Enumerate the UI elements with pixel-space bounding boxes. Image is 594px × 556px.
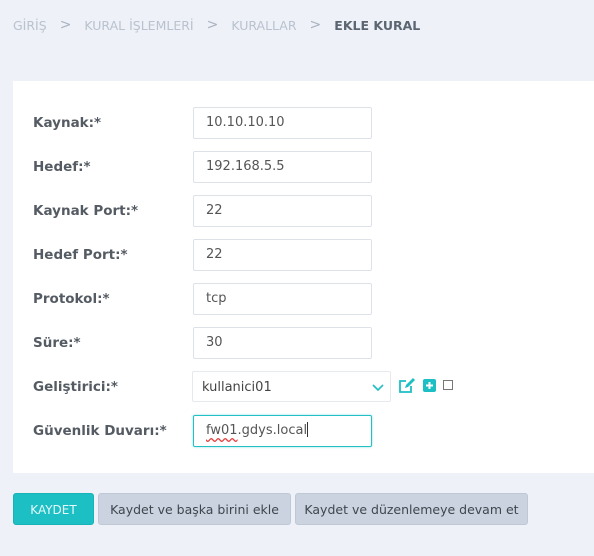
developer-select[interactable]: kullanici01 [192, 371, 391, 402]
destination-input[interactable]: 192.168.5.5 [193, 151, 372, 183]
breadcrumb-home[interactable]: GİRİŞ [13, 18, 47, 33]
duration-input[interactable]: 30 [193, 327, 372, 359]
save-and-continue-button[interactable]: Kaydet ve düzenlemeye devam et [295, 493, 528, 525]
chevron-down-icon [372, 384, 384, 392]
breadcrumb-separator: > [206, 17, 219, 33]
breadcrumb-rules[interactable]: KURALLAR [231, 18, 296, 33]
text-caret [307, 422, 309, 437]
form-row-source: Kaynak:* 10.10.10.10 [13, 107, 594, 139]
form-row-destination: Hedef:* 192.168.5.5 [13, 151, 594, 183]
edit-icon[interactable] [398, 377, 416, 395]
firewall-input[interactable]: fw01.gdys.local [193, 415, 372, 447]
source-input[interactable]: 10.10.10.10 [193, 107, 372, 139]
firewall-value-prefix: fw01 [206, 423, 238, 438]
form-row-developer: Geliştirici:* kullanici01 [13, 371, 594, 403]
source-port-label: Kaynak Port:* [33, 203, 139, 219]
form-row-firewall: Güvenlik Duvarı:* fw01.gdys.local [13, 415, 594, 447]
protocol-label: Protokol:* [33, 291, 110, 307]
firewall-label: Güvenlik Duvarı:* [33, 423, 167, 439]
form-row-protocol: Protokol:* tcp [13, 283, 594, 315]
destination-port-input[interactable]: 22 [193, 239, 372, 271]
breadcrumb-separator: > [59, 17, 72, 33]
form-row-destination-port: Hedef Port:* 22 [13, 239, 594, 271]
developer-select-value: kullanici01 [202, 380, 272, 395]
checkbox-icon[interactable] [443, 380, 453, 390]
breadcrumb-current: EKLE KURAL [334, 17, 421, 33]
breadcrumb-separator: > [309, 17, 322, 33]
form-row-source-port: Kaynak Port:* 22 [13, 195, 594, 227]
destination-label: Hedef:* [33, 159, 91, 175]
breadcrumb: GİRİŞ > KURAL İŞLEMLERİ > KURALLAR > EKL… [13, 17, 420, 33]
form-row-duration: Süre:* 30 [13, 327, 594, 359]
source-port-input[interactable]: 22 [193, 195, 372, 227]
duration-label: Süre:* [33, 335, 81, 351]
breadcrumb-rule-operations[interactable]: KURAL İŞLEMLERİ [84, 18, 193, 33]
firewall-value-suffix: .gdys.local [237, 423, 308, 438]
rule-form-panel: Kaynak:* 10.10.10.10 Hedef:* 192.168.5.5… [13, 81, 594, 473]
destination-port-label: Hedef Port:* [33, 247, 128, 263]
source-label: Kaynak:* [33, 115, 102, 131]
save-and-add-button[interactable]: Kaydet ve başka birini ekle [98, 493, 291, 525]
save-button[interactable]: KAYDET [13, 493, 94, 525]
add-icon[interactable] [423, 379, 436, 392]
protocol-input[interactable]: tcp [193, 283, 372, 315]
developer-label: Geliştirici:* [33, 379, 118, 395]
